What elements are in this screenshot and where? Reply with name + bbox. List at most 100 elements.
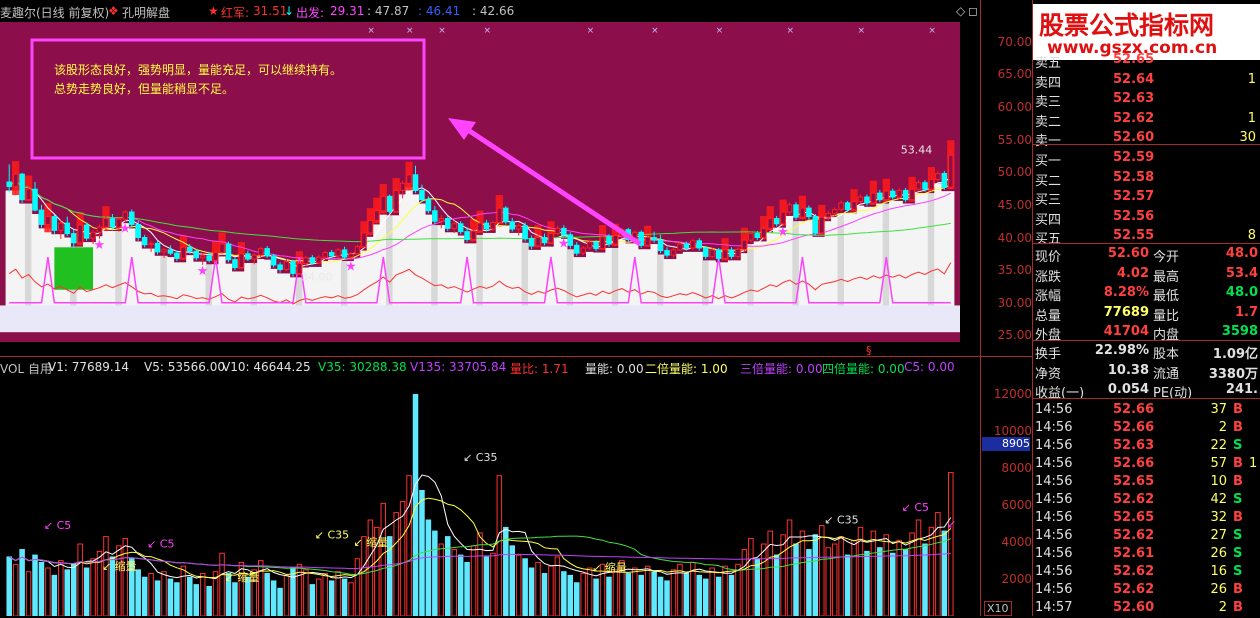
candle-body — [457, 223, 464, 233]
diamond-icon[interactable]: ◇ — [956, 4, 965, 18]
volume-signal-label: ↙ C5 — [147, 538, 174, 551]
candle-body — [928, 178, 935, 190]
candle-body — [735, 248, 741, 257]
candle-body — [702, 247, 709, 257]
volume-bar — [851, 539, 857, 616]
volume-signal-label: ↙ 缩量 — [102, 560, 137, 573]
price-chart[interactable]: ★ ★ ★ ★ ★ ★ × × × × × × × × × × 该股形态良好，强势明显，量能充足，可以继续持有… — [0, 22, 960, 342]
vol-v5: V5: 53566.00 — [144, 360, 225, 374]
candle-body — [503, 207, 509, 223]
tick-side: B — [1233, 582, 1243, 597]
volume-bar — [290, 567, 296, 616]
stat-row: 涨跌 4.02 最高 53.4 — [1033, 266, 1260, 285]
chart-header: 麦趣尔(日线 前复权) ❖ 孔明解盘 ★ 红军: 31.51 ↓ 出发: 29.… — [0, 0, 980, 22]
volume-chart[interactable]: ↙ C5 ↙ C5 ↙ C35 ↙ C35 ↙ C35 ↙ C5 ↙ C5 ↙ 缩量 ↙ 缩量 ↙… — [0, 376, 960, 616]
stats2-divider — [1033, 340, 1260, 341]
volume-bar — [180, 565, 187, 616]
candle-body — [167, 249, 174, 254]
tick-time: 14:56 — [1035, 564, 1073, 579]
tick-price: 52.62 — [1113, 492, 1155, 507]
volume-marker: 8905 — [982, 437, 1030, 451]
tick-side: S — [1233, 438, 1243, 453]
candle-body — [219, 243, 225, 254]
order-book-row[interactable]: 卖二 52.62 1 — [1033, 111, 1260, 130]
candle-body — [670, 249, 677, 256]
stat-label: 换手 — [1035, 347, 1062, 362]
tick-side: S — [1233, 492, 1243, 507]
tick-side: B — [1233, 402, 1243, 417]
volume-bar — [148, 573, 154, 616]
volume-bar — [909, 532, 915, 616]
volume-bar — [496, 475, 503, 616]
tick-row: 14:56 52.66 2 B — [1033, 420, 1260, 438]
volume-bar — [941, 530, 948, 616]
volume-bar — [638, 574, 644, 616]
volume-bar — [735, 563, 741, 616]
volume-bar — [90, 558, 96, 616]
order-book-row[interactable]: 卖四 52.64 1 — [1033, 72, 1260, 91]
volume-bar — [677, 563, 683, 616]
order-book-row[interactable]: 卖一 52.60 30 — [1033, 130, 1260, 149]
candle-body — [760, 227, 767, 239]
order-book-label: 买五 — [1035, 232, 1062, 247]
volume-bar — [425, 519, 432, 616]
order-book-row[interactable]: 卖五 52.65 — [1033, 52, 1260, 71]
candle-body — [941, 173, 948, 188]
window-toggle-icon[interactable]: ◻ — [968, 4, 978, 18]
volume-bar — [883, 534, 890, 616]
candle-body — [412, 174, 419, 191]
vol-v1: V1: 77689.14 — [48, 360, 129, 374]
candle-body — [148, 242, 154, 246]
order-book-row[interactable]: 买四 52.56 — [1033, 209, 1260, 228]
order-book-price: 52.57 — [1113, 189, 1155, 204]
volume-signal-label: ↙ C35 — [315, 528, 349, 541]
tick-price: 52.60 — [1113, 600, 1155, 615]
candle-body — [786, 204, 793, 213]
candle-body — [490, 221, 496, 230]
tick-volume: 37 — [1210, 402, 1227, 417]
candle-body — [838, 202, 844, 210]
candle-body — [741, 239, 748, 250]
volume-bar — [773, 554, 780, 616]
candle-body — [245, 253, 251, 260]
stat-label: 现价 — [1035, 250, 1062, 265]
candle-body — [348, 253, 354, 258]
volume-unit[interactable]: X10 — [984, 601, 1012, 616]
candle-body — [851, 201, 857, 210]
volume-tick-label: 6000 — [1001, 498, 1032, 513]
stock-title[interactable]: 麦趣尔(日线 前复权) — [0, 4, 109, 21]
order-book-row[interactable]: 买一 52.59 — [1033, 150, 1260, 169]
vol-name[interactable]: VOL 自用 — [0, 360, 52, 376]
volume-bar — [889, 552, 896, 616]
tick-time: 14:56 — [1035, 438, 1073, 453]
volume-bar — [199, 573, 206, 616]
candle-body — [251, 254, 258, 260]
candle-body — [889, 190, 896, 198]
candle-body — [367, 220, 374, 234]
stat-value: 48.0 — [1225, 285, 1258, 300]
order-book-label: 卖四 — [1035, 75, 1062, 91]
order-book-volume: 30 — [1239, 130, 1256, 145]
order-book-row[interactable]: 买三 52.57 — [1033, 189, 1260, 208]
volume-bar — [754, 558, 761, 616]
volume-bar — [812, 534, 819, 616]
volume-bar — [328, 580, 335, 616]
volume-bar — [831, 543, 838, 616]
candle-body — [303, 257, 309, 265]
order-book-price: 52.65 — [1113, 52, 1155, 67]
top-marker: × — [406, 26, 414, 36]
formula-name[interactable]: 孔明解盘 — [122, 4, 170, 21]
tick-volume: 26 — [1210, 582, 1227, 597]
price-axis: 70.00 65.00 60.00 55.00 50.00 45.00 40.00 35.00… — [980, 22, 1032, 343]
top-marker: × — [651, 26, 659, 36]
volume-bar — [651, 571, 657, 616]
stat-label: 量比 — [1153, 308, 1180, 324]
volume-bar — [406, 475, 412, 616]
candle-body — [548, 233, 554, 244]
star-icon: ★ — [208, 4, 219, 18]
tick-price: 52.62 — [1113, 582, 1155, 597]
order-book-row[interactable]: 卖三 52.63 — [1033, 91, 1260, 110]
order-book-row[interactable]: 买二 52.58 — [1033, 170, 1260, 189]
candle-body — [212, 252, 219, 261]
volume-bar — [819, 525, 825, 616]
